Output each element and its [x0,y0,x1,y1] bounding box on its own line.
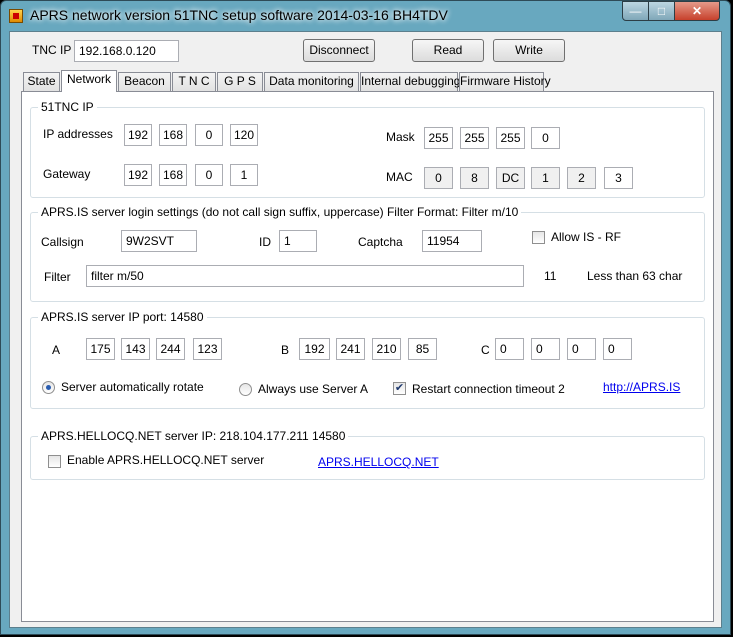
mac-byte-4: 1 [531,167,560,189]
minimize-icon: — [629,4,642,18]
maximize-button[interactable]: □ [648,1,675,21]
callsign-label: Callsign [41,235,84,249]
server-b-octet-3[interactable]: 210 [372,338,401,360]
server-c-octet-4[interactable]: 0 [603,338,632,360]
server-b-octet-2[interactable]: 241 [336,338,365,360]
server-rotate-radio[interactable] [42,381,55,394]
allow-is-rf-checkbox[interactable] [532,231,545,244]
title-bar[interactable]: APRS network version 51TNC setup softwar… [1,1,730,31]
enable-hellocq-label[interactable]: Enable APRS.HELLOCQ.NET server [67,453,264,467]
server-rotate-label[interactable]: Server automatically rotate [61,380,204,394]
tab-data-monitoring[interactable]: Data monitoring [264,72,359,91]
read-button[interactable]: Read [412,39,484,62]
mac-byte-5: 2 [567,167,596,189]
aprs-server-group-title: APRS.IS server IP port: 14580 [38,310,207,324]
gateway-octet-2[interactable]: 168 [159,164,187,186]
server-c-octet-3[interactable]: 0 [567,338,596,360]
tnc-ip-group-title: 51TNC IP [38,100,97,114]
server-a-label: A [52,343,61,357]
client-area: TNC IP 192.168.0.120 Disconnect Read Wri… [9,31,722,628]
server-b-octet-1[interactable]: 192 [299,338,330,360]
network-tab-panel: 51TNC IP IP addresses 192 168 0 120 Gate… [21,91,714,622]
tab-state[interactable]: State [23,72,60,91]
mac-label: MAC [386,170,413,184]
ip-octet-3[interactable]: 0 [195,124,223,146]
restart-timeout-checkbox[interactable]: ✔ [393,382,406,395]
tab-network[interactable]: Network [61,70,117,92]
gateway-octet-4[interactable]: 1 [230,164,258,186]
mac-byte-6[interactable]: 3 [604,167,633,189]
ip-addresses-label: IP addresses [43,127,113,141]
filter-input[interactable]: filter m/50 [86,265,524,287]
server-c-octet-2[interactable]: 0 [531,338,560,360]
server-a-octet-3[interactable]: 244 [156,338,185,360]
server-b-octet-4[interactable]: 85 [408,338,437,360]
callsign-input[interactable]: 9W2SVT [121,230,197,252]
id-label: ID [259,235,271,249]
server-a-octet-2[interactable]: 143 [121,338,150,360]
filter-hint: Less than 63 char [587,269,683,283]
always-server-a-radio[interactable] [239,383,252,396]
app-icon [9,9,23,23]
tnc-ip-group: 51TNC IP IP addresses 192 168 0 120 Gate… [30,100,705,198]
filter-label: Filter [44,270,71,284]
server-a-octet-1[interactable]: 175 [86,338,115,360]
mac-byte-3: DC [496,167,525,189]
mask-label: Mask [386,130,415,144]
disconnect-button[interactable]: Disconnect [303,39,375,62]
hellocq-group: APRS.HELLOCQ.NET server IP: 218.104.177.… [30,429,705,480]
window-title: APRS network version 51TNC setup softwar… [30,7,448,23]
close-icon: ✕ [691,4,703,18]
mac-byte-2: 8 [460,167,489,189]
tab-beacon[interactable]: Beacon [118,72,171,91]
captcha-input[interactable]: 11954 [422,230,482,252]
restart-timeout-label[interactable]: Restart connection timeout 2 [412,382,565,396]
mask-octet-4[interactable]: 0 [531,127,560,149]
mac-byte-1: 0 [424,167,453,189]
aprs-server-group: APRS.IS server IP port: 14580 A 175 143 … [30,310,705,409]
tab-gps[interactable]: G P S [217,72,263,91]
tab-firmware-history[interactable]: Firmware History [459,72,551,91]
ip-octet-4[interactable]: 120 [230,124,258,146]
close-button[interactable]: ✕ [674,1,720,21]
hellocq-link[interactable]: APRS.HELLOCQ.NET [318,455,439,469]
server-b-label: B [281,343,290,357]
captcha-label: Captcha [358,235,403,249]
write-button[interactable]: Write [493,39,565,62]
aprs-is-link[interactable]: http://APRS.IS [603,380,680,394]
aprs-login-group-title: APRS.IS server login settings (do not ca… [38,205,522,219]
ip-octet-2[interactable]: 168 [159,124,187,146]
id-input[interactable]: 1 [279,230,317,252]
always-server-a-label[interactable]: Always use Server A [258,382,368,396]
server-c-octet-1[interactable]: 0 [495,338,524,360]
aprs-login-group: APRS.IS server login settings (do not ca… [30,205,705,302]
mask-octet-3[interactable]: 255 [496,127,525,149]
hellocq-group-title: APRS.HELLOCQ.NET server IP: 218.104.177.… [38,429,349,443]
gateway-label: Gateway [43,167,91,181]
allow-is-rf-label[interactable]: Allow IS - RF [551,230,621,244]
tnc-ip-input[interactable]: 192.168.0.120 [74,40,179,62]
enable-hellocq-checkbox[interactable] [48,455,61,468]
tab-internal-debugging[interactable]: Internal debugging [360,72,460,91]
mask-octet-1[interactable]: 255 [424,127,453,149]
ip-octet-1[interactable]: 192 [124,124,152,146]
maximize-icon: □ [657,4,666,18]
server-a-octet-4[interactable]: 123 [193,338,222,360]
server-c-label: C [481,343,490,357]
gateway-octet-1[interactable]: 192 [124,164,152,186]
app-window: APRS network version 51TNC setup softwar… [0,0,731,635]
gateway-octet-3[interactable]: 0 [195,164,223,186]
mask-octet-2[interactable]: 255 [460,127,489,149]
tab-tnc[interactable]: T N C [172,72,216,91]
minimize-button[interactable]: — [622,1,649,21]
tnc-ip-label: TNC IP [32,43,72,57]
filter-length: 11 [544,269,557,283]
